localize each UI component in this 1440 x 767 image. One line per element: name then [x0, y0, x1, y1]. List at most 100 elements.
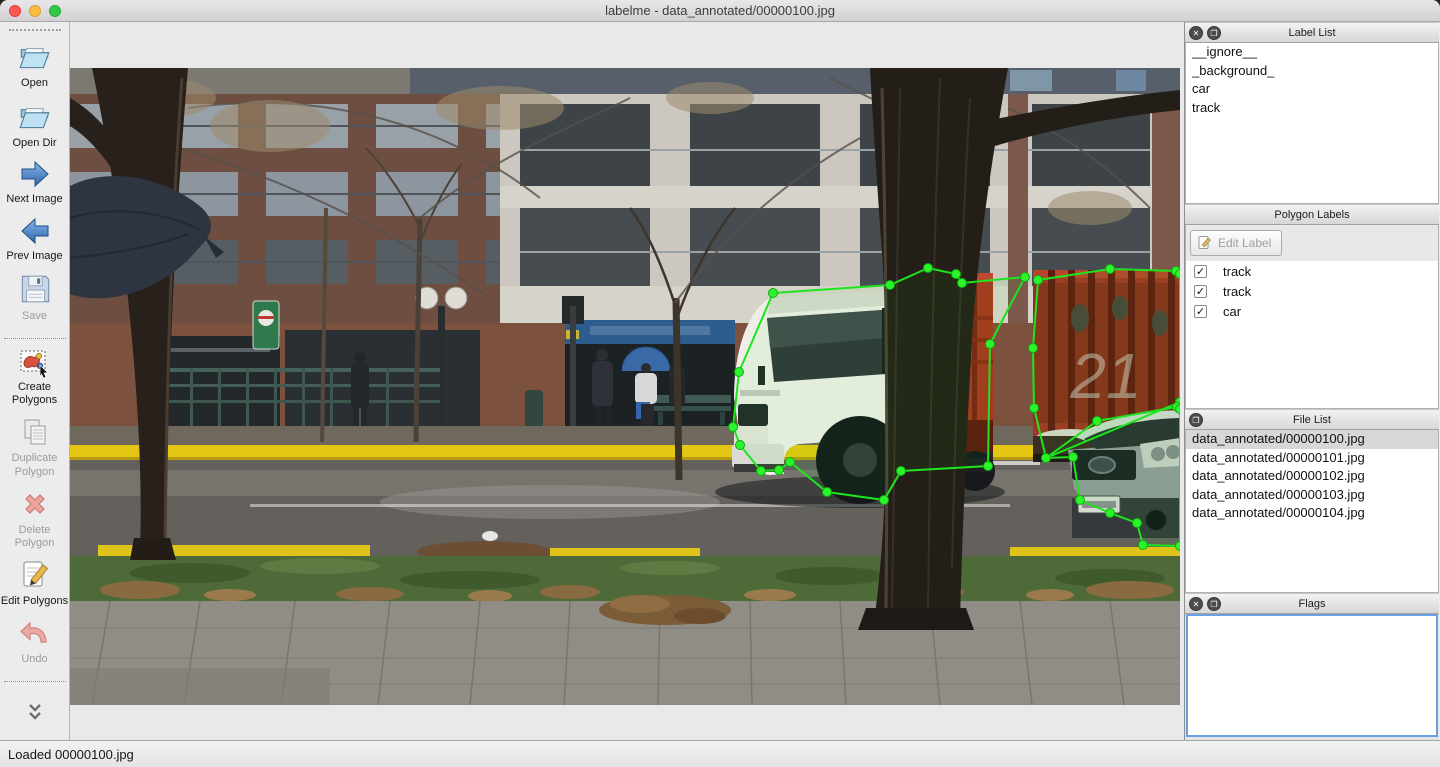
prev-image-button[interactable]: Prev Image: [0, 214, 70, 263]
open-dir-button[interactable]: Open Dir: [0, 97, 70, 150]
delete-polygon-button[interactable]: Delete Polygon: [0, 486, 70, 550]
edit-label-button-label: Edit Label: [1218, 236, 1271, 250]
annotation-vertex[interactable]: [1106, 265, 1115, 274]
file-list-item[interactable]: data_annotated/00000104.jpg: [1186, 504, 1438, 523]
toolbar-item-label: Duplicate Polygon: [1, 452, 69, 478]
status-bar: Loaded 00000100.jpg: [0, 740, 1440, 767]
annotation-polygon-track[interactable]: [733, 268, 1025, 500]
annotation-vertex[interactable]: [786, 458, 795, 467]
polygon-label-row[interactable]: ✓ car: [1186, 301, 1438, 321]
toolbar: Open Open Dir Next Image: [0, 22, 70, 740]
annotation-vertex[interactable]: [1139, 541, 1148, 550]
polygon-label-row[interactable]: ✓ track: [1186, 281, 1438, 301]
annotation-vertex[interactable]: [1030, 404, 1039, 413]
open-button[interactable]: Open: [0, 37, 70, 90]
label-list-item[interactable]: __ignore__: [1186, 43, 1438, 62]
undo-button[interactable]: Undo: [0, 615, 70, 666]
annotation-vertex[interactable]: [775, 466, 784, 475]
checkbox[interactable]: ✓: [1194, 265, 1207, 278]
float-panel-icon[interactable]: ❐: [1189, 413, 1203, 427]
annotation-vertex[interactable]: [769, 289, 778, 298]
annotation-vertex[interactable]: [958, 279, 967, 288]
checkbox[interactable]: ✓: [1194, 285, 1207, 298]
close-panel-icon[interactable]: ✕: [1189, 26, 1203, 40]
label-list[interactable]: __ignore__ _background_ car track: [1185, 43, 1439, 204]
edit-polygons-button[interactable]: Edit Polygons: [0, 557, 70, 608]
label-list-item[interactable]: track: [1186, 99, 1438, 118]
annotation-vertex[interactable]: [1076, 496, 1085, 505]
save-button[interactable]: Save: [0, 270, 70, 323]
red-x-icon: [17, 486, 53, 522]
zoom-window-button[interactable]: [49, 5, 61, 17]
float-panel-icon[interactable]: ❐: [1207, 597, 1221, 611]
annotation-vertex[interactable]: [886, 281, 895, 290]
annotation-vertex[interactable]: [1093, 417, 1102, 426]
file-list-item[interactable]: data_annotated/00000102.jpg: [1186, 467, 1438, 486]
open-folder-icon: [16, 97, 54, 135]
polygon-label-row[interactable]: ✓ track: [1186, 261, 1438, 281]
annotation-vertex[interactable]: [1176, 542, 1181, 551]
polygon-labels-list[interactable]: ✓ track ✓ track ✓ car: [1185, 261, 1439, 409]
title-bar: labelme - data_annotated/00000100.jpg: [0, 0, 1440, 22]
file-list-item[interactable]: data_annotated/00000103.jpg: [1186, 486, 1438, 505]
annotation-vertex[interactable]: [823, 488, 832, 497]
minimize-window-button[interactable]: [29, 5, 41, 17]
toolbar-item-label: Prev Image: [1, 250, 69, 263]
annotation-vertex[interactable]: [736, 441, 745, 450]
toolbar-separator: [4, 338, 66, 339]
copy-icon: [17, 414, 53, 450]
annotation-vertex[interactable]: [1133, 519, 1142, 528]
checkbox[interactable]: ✓: [1194, 305, 1207, 318]
polygon-labels-toolbar: Edit Label: [1185, 225, 1439, 261]
annotation-vertex[interactable]: [757, 467, 766, 476]
toolbar-item-label: Open Dir: [1, 137, 69, 150]
annotated-photo[interactable]: 21: [70, 68, 1180, 705]
panel-title: Label List: [1288, 27, 1335, 39]
dock-panels: ✕ ❐ Label List __ignore__ _background_ c…: [1184, 22, 1439, 740]
annotation-vertex[interactable]: [952, 270, 961, 279]
file-list[interactable]: data_annotated/00000100.jpg data_annotat…: [1185, 430, 1439, 593]
toolbar-separator: [4, 681, 66, 682]
next-image-button[interactable]: Next Image: [0, 157, 70, 206]
annotation-vertex[interactable]: [924, 264, 933, 273]
arrow-right-icon: [16, 157, 54, 191]
annotation-canvas[interactable]: 21: [70, 22, 1184, 740]
close-window-button[interactable]: [9, 5, 21, 17]
panel-title: Polygon Labels: [1274, 209, 1349, 221]
annotation-vertex[interactable]: [1034, 276, 1043, 285]
float-panel-icon[interactable]: ❐: [1207, 26, 1221, 40]
annotation-vertex[interactable]: [984, 462, 993, 471]
annotation-vertex[interactable]: [1176, 405, 1181, 414]
label-list-item[interactable]: _background_: [1186, 62, 1438, 81]
toolbar-drag-handle[interactable]: [9, 29, 61, 31]
toolbar-item-label: Undo: [1, 653, 69, 666]
annotation-vertex[interactable]: [1029, 344, 1038, 353]
close-panel-icon[interactable]: ✕: [1189, 597, 1203, 611]
duplicate-polygon-button[interactable]: Duplicate Polygon: [0, 414, 70, 478]
toolbar-item-label: Create Polygons: [1, 381, 69, 407]
edit-label-button[interactable]: Edit Label: [1190, 230, 1282, 256]
annotation-vertex[interactable]: [1176, 270, 1181, 279]
annotation-vertex[interactable]: [1106, 509, 1115, 518]
annotation-vertex[interactable]: [729, 423, 738, 432]
panel-title: Flags: [1299, 598, 1326, 610]
file-list-item[interactable]: data_annotated/00000101.jpg: [1186, 449, 1438, 468]
flags-list[interactable]: [1186, 614, 1438, 737]
create-polygons-button[interactable]: Create Polygons: [0, 347, 70, 407]
annotation-vertex[interactable]: [735, 368, 744, 377]
label-list-header: ✕ ❐ Label List: [1185, 22, 1439, 43]
annotation-vertex[interactable]: [897, 467, 906, 476]
label-list-item[interactable]: car: [1186, 80, 1438, 99]
file-list-header: ❐ File List: [1185, 409, 1439, 430]
toolbar-item-label: Save: [1, 310, 69, 323]
annotation-vertex[interactable]: [1021, 273, 1030, 282]
annotation-vertex[interactable]: [1042, 454, 1051, 463]
file-list-item[interactable]: data_annotated/00000100.jpg: [1186, 430, 1438, 449]
annotation-vertex[interactable]: [986, 340, 995, 349]
polygon-labels-header: Polygon Labels: [1185, 204, 1439, 225]
annotation-vertex[interactable]: [1069, 453, 1078, 462]
toolbar-overflow-button[interactable]: [23, 703, 47, 728]
annotation-vertex[interactable]: [880, 496, 889, 505]
open-folder-icon: [16, 37, 54, 75]
panel-title: File List: [1293, 414, 1331, 426]
